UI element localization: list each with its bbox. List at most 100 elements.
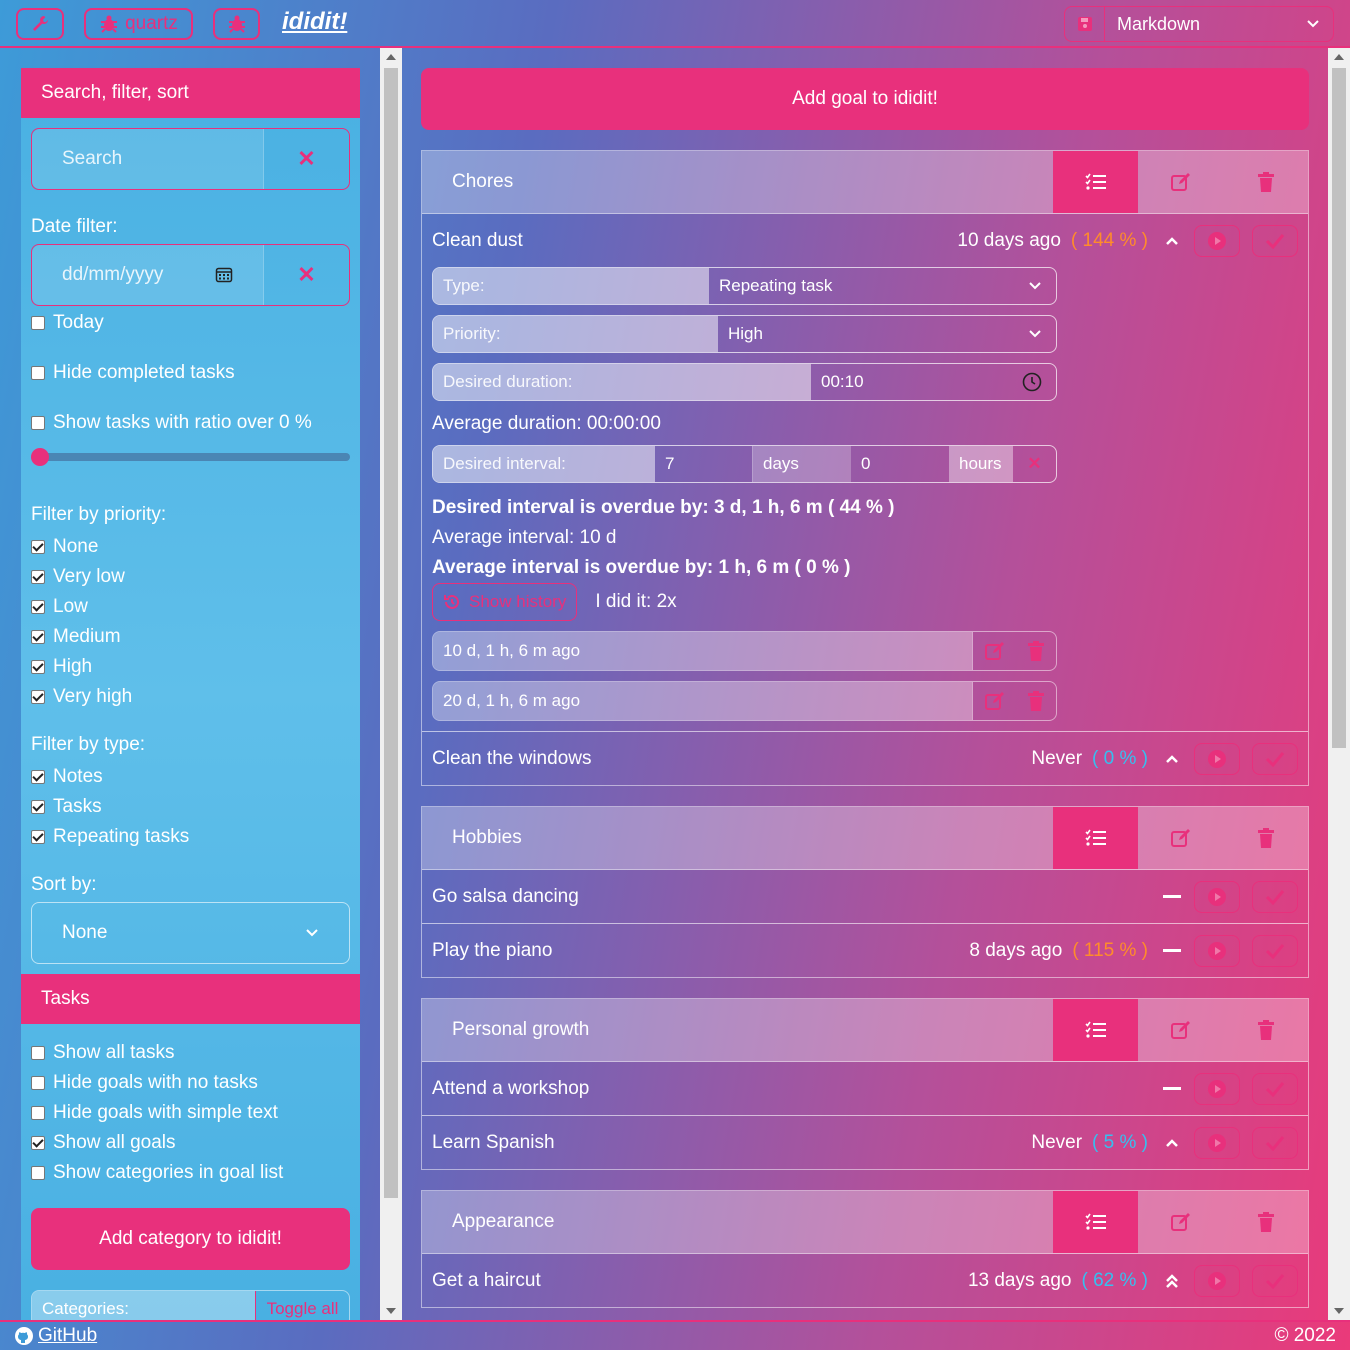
list-icon[interactable]: [1053, 999, 1138, 1061]
play-icon[interactable]: [1194, 1126, 1240, 1159]
goal-row[interactable]: Get a haircut 13 days ago ( 62 % ): [422, 1253, 1308, 1307]
priority-select[interactable]: High: [718, 316, 1056, 352]
priority-checkbox[interactable]: Very low: [31, 562, 350, 592]
task-option-checkbox[interactable]: Show all goals: [31, 1128, 350, 1158]
trash-icon[interactable]: [1223, 1191, 1308, 1253]
goal-name[interactable]: Clean the windows: [432, 748, 1031, 770]
date-input[interactable]: dd/mm/yyyy: [32, 245, 263, 305]
add-category-button[interactable]: Add category to ididit!: [31, 1208, 350, 1270]
priority-checkbox[interactable]: Very high: [31, 682, 350, 712]
checkbox-box[interactable]: [31, 1076, 45, 1090]
add-goal-button[interactable]: Add goal to ididit!: [421, 68, 1309, 130]
goal-row[interactable]: Clean dust 10 days ago ( 144 % ): [422, 213, 1308, 267]
scroll-up-icon[interactable]: [1334, 54, 1344, 60]
clear-date-icon[interactable]: ✕: [263, 245, 349, 305]
task-option-checkbox[interactable]: Show all tasks: [31, 1038, 350, 1068]
github-link[interactable]: GitHub: [14, 1325, 97, 1347]
search-input[interactable]: Search: [32, 129, 263, 189]
checkbox-box[interactable]: [31, 1136, 45, 1150]
checkbox-box[interactable]: [31, 1166, 45, 1180]
duration-input[interactable]: 00:10: [811, 364, 1056, 400]
priority-checkbox[interactable]: None: [31, 532, 350, 562]
goal-row[interactable]: Play the piano 8 days ago ( 115 % ): [422, 923, 1308, 977]
task-option-checkbox[interactable]: Hide goals with no tasks: [31, 1068, 350, 1098]
debug-button[interactable]: [213, 8, 260, 40]
interval-days-input[interactable]: 7: [655, 446, 753, 482]
calendar-icon[interactable]: [215, 266, 233, 284]
slider-track[interactable]: [31, 453, 350, 461]
date-field[interactable]: dd/mm/yyyy ✕: [31, 244, 350, 306]
play-icon[interactable]: [1194, 742, 1240, 775]
priority-field[interactable]: Priority: High: [432, 315, 1057, 353]
interval-field[interactable]: Desired interval: 7 days 0 hours ✕: [432, 445, 1057, 483]
minus-icon[interactable]: [1162, 894, 1182, 900]
checkbox-box[interactable]: [31, 1046, 45, 1060]
format-select[interactable]: Markdown: [1064, 6, 1334, 42]
checkbox-box[interactable]: [31, 540, 45, 554]
type-field[interactable]: Type: Repeating task: [432, 267, 1057, 305]
clear-search-icon[interactable]: ✕: [263, 129, 349, 189]
checkbox-box[interactable]: [31, 800, 45, 814]
checkbox-box[interactable]: [31, 830, 45, 844]
priority-checkbox[interactable]: Medium: [31, 622, 350, 652]
double-chevron-up-icon[interactable]: [1162, 1273, 1182, 1289]
slider-thumb[interactable]: [31, 448, 49, 466]
chevron-up-icon[interactable]: [1162, 754, 1182, 764]
edit-icon[interactable]: [1138, 151, 1223, 213]
minus-icon[interactable]: [1162, 1086, 1182, 1092]
edit-icon[interactable]: [1138, 1191, 1223, 1253]
list-icon[interactable]: [1053, 1191, 1138, 1253]
quartz-button[interactable]: quartz: [84, 8, 193, 40]
checkbox-box[interactable]: [31, 316, 45, 330]
check-icon[interactable]: [1252, 742, 1298, 775]
category-name[interactable]: Chores: [422, 151, 1053, 213]
toggle-all-button[interactable]: Toggle all: [255, 1291, 349, 1320]
category-name[interactable]: Personal growth: [422, 999, 1053, 1061]
task-option-checkbox[interactable]: Hide goals with simple text: [31, 1098, 350, 1128]
list-icon[interactable]: [1053, 807, 1138, 869]
goal-name[interactable]: Clean dust: [432, 230, 957, 252]
sidebar-scrollbar[interactable]: [380, 48, 402, 1320]
save-icon[interactable]: [1065, 7, 1105, 41]
trash-icon[interactable]: [1223, 151, 1308, 213]
goal-row[interactable]: Attend a workshop: [422, 1061, 1308, 1115]
app-logo[interactable]: ididit!: [282, 8, 347, 36]
settings-button[interactable]: [16, 8, 64, 40]
edit-icon[interactable]: [1138, 807, 1223, 869]
goal-row[interactable]: Go salsa dancing: [422, 869, 1308, 923]
goal-name[interactable]: Learn Spanish: [432, 1132, 1031, 1154]
check-icon[interactable]: [1252, 224, 1298, 257]
sort-select[interactable]: None: [31, 902, 350, 964]
goal-row[interactable]: Clean the windows Never ( 0 % ): [422, 731, 1308, 785]
sidebar-scroll-thumb[interactable]: [384, 68, 398, 1198]
check-icon[interactable]: [1252, 934, 1298, 967]
hide-completed-checkbox[interactable]: Hide completed tasks: [31, 358, 350, 388]
today-checkbox[interactable]: Today: [31, 308, 350, 338]
clear-interval-icon[interactable]: ✕: [1013, 446, 1056, 482]
task-option-checkbox[interactable]: Show categories in goal list: [31, 1158, 350, 1188]
checkbox-box[interactable]: [31, 416, 45, 430]
checkbox-box[interactable]: [31, 600, 45, 614]
type-checkbox[interactable]: Repeating tasks: [31, 822, 350, 852]
chevron-up-icon[interactable]: [1162, 1138, 1182, 1148]
play-icon[interactable]: [1194, 1264, 1240, 1297]
trash-icon[interactable]: [1223, 999, 1308, 1061]
main-scroll-thumb[interactable]: [1332, 68, 1346, 748]
trash-icon[interactable]: [1223, 807, 1308, 869]
edit-icon[interactable]: [984, 690, 1006, 712]
priority-checkbox[interactable]: Low: [31, 592, 350, 622]
goal-row[interactable]: Learn Spanish Never ( 5 % ): [422, 1115, 1308, 1169]
duration-field[interactable]: Desired duration: 00:10: [432, 363, 1057, 401]
goal-name[interactable]: Play the piano: [432, 940, 969, 962]
checkbox-box[interactable]: [31, 770, 45, 784]
check-icon[interactable]: [1252, 880, 1298, 913]
edit-icon[interactable]: [984, 640, 1006, 662]
play-icon[interactable]: [1194, 224, 1240, 257]
checkbox-box[interactable]: [31, 1106, 45, 1120]
checkbox-box[interactable]: [31, 690, 45, 704]
chevron-up-icon[interactable]: [1162, 236, 1182, 246]
list-icon[interactable]: [1053, 151, 1138, 213]
category-name[interactable]: Hobbies: [422, 807, 1053, 869]
main-scrollbar[interactable]: [1328, 48, 1350, 1320]
scroll-down-icon[interactable]: [1334, 1308, 1344, 1314]
